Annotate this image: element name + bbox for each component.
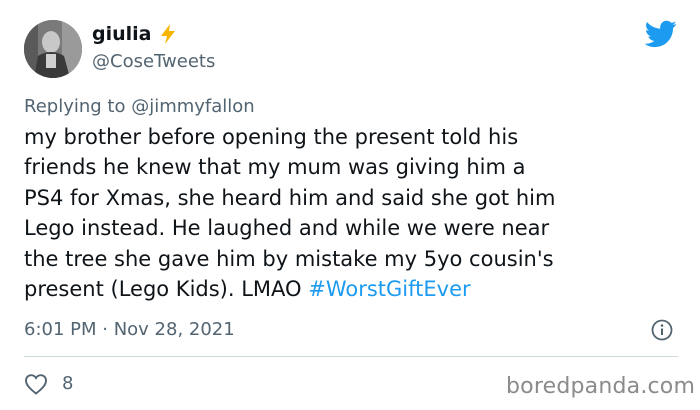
author-display-name[interactable]: giulia <box>92 22 177 46</box>
tweet-line: the tree she gave him by mistake my 5yo … <box>24 246 554 271</box>
tweet-line: present (Lego Kids). LMAO <box>24 277 309 302</box>
replying-to: Replying to @jimmyfallon <box>24 96 255 118</box>
watermark: boredpanda.com <box>506 374 696 399</box>
replying-prefix: Replying to <box>24 96 132 117</box>
twitter-bird-icon[interactable] <box>644 20 677 48</box>
divider <box>24 356 678 357</box>
hashtag-link[interactable]: #WorstGiftEver <box>308 277 470 301</box>
lightning-icon <box>159 23 177 45</box>
avatar[interactable] <box>24 20 82 78</box>
tweet-timestamp[interactable]: 6:01 PM · Nov 28, 2021 <box>24 319 235 341</box>
author-handle[interactable]: @CoseTweets <box>92 50 215 74</box>
display-name-text: giulia <box>92 23 152 45</box>
tweet-line: my brother before opening the present to… <box>24 125 519 149</box>
tweet-last-line: present (Lego Kids). LMAO #WorstGiftEver <box>24 274 684 304</box>
tweet-line: PS4 for Xmas, she heard him and said she… <box>24 185 556 210</box>
tweet-line: Lego instead. He laughed and while we we… <box>24 216 550 241</box>
tweet-text: my brother before opening the present to… <box>24 122 684 304</box>
like-count: 8 <box>62 373 74 394</box>
reply-target-link[interactable]: @jimmyfallon <box>131 96 255 117</box>
tweet-line: friends he knew that my mum was giving h… <box>24 155 526 180</box>
info-icon[interactable] <box>651 319 673 341</box>
heart-icon[interactable] <box>24 373 48 395</box>
